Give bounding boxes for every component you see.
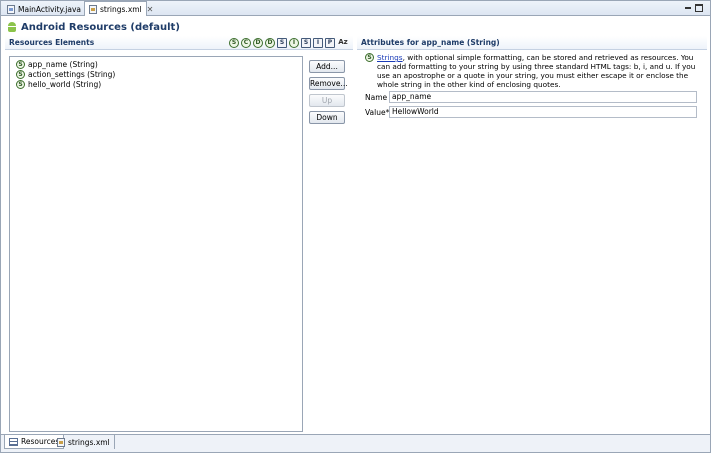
tree-item-app-name[interactable]: S app_name (String) — [16, 59, 98, 69]
value-label: Value* — [365, 108, 390, 117]
description-body: , with optional simple formatting, can b… — [377, 53, 696, 89]
string-type-button[interactable]: S — [229, 38, 239, 48]
drawable-type-button[interactable]: D — [265, 38, 275, 48]
string-resource-icon: S — [16, 59, 25, 69]
tree-item-hello-world[interactable]: S hello_world (String) — [16, 79, 101, 89]
xml-file-icon — [57, 437, 65, 447]
name-label: Name — [365, 93, 388, 102]
description-text: Strings, with optional simple formatting… — [377, 53, 699, 89]
section-title: Resources Elements — [9, 38, 95, 47]
tree-item-label: action_settings (String) — [28, 69, 116, 79]
color-type-button[interactable]: C — [241, 38, 251, 48]
minimize-icon[interactable] — [684, 4, 692, 12]
tab-label: MainActivity.java — [18, 4, 81, 14]
tab-mainactivity[interactable]: MainActivity.java — [3, 2, 81, 16]
java-file-icon — [7, 4, 15, 14]
editor-tab-bar: MainActivity.java strings.xml ✕ — [1, 1, 710, 16]
section-header: Attributes for app_name (String) — [357, 36, 707, 50]
string-resource-icon: S — [16, 79, 25, 89]
tab-strings-xml[interactable]: strings.xml ✕ — [84, 1, 153, 16]
style-type-button[interactable]: S — [277, 38, 287, 48]
resources-tree[interactable]: S app_name (String) S action_settings (S… — [9, 56, 303, 432]
tree-item-label: hello_world (String) — [28, 79, 102, 89]
string-resource-icon: S — [365, 53, 374, 62]
value-field[interactable]: HellowWorld — [389, 106, 697, 118]
xml-file-icon — [89, 4, 97, 14]
tree-item-label: app_name (String) — [28, 59, 98, 69]
remove-button[interactable]: Remove... — [309, 77, 348, 90]
page-header: Android Resources (default) — [7, 19, 180, 35]
editor-window: MainActivity.java strings.xml ✕ Android … — [0, 0, 711, 453]
tab-strings-xml-source[interactable]: strings.xml — [53, 435, 115, 449]
tree-item-action-settings[interactable]: S action_settings (String) — [16, 69, 115, 79]
down-button[interactable]: Down — [309, 111, 345, 124]
up-button[interactable]: Up — [309, 94, 345, 107]
attributes-section: Attributes for app_name (String) S Strin… — [357, 36, 707, 434]
android-icon — [7, 21, 17, 33]
section-header: Resources Elements S C D D S I S I P Az — [5, 36, 353, 50]
resource-type-toolbar: S C D D S I S I P Az — [229, 38, 349, 48]
tab-label: strings.xml — [100, 4, 142, 14]
item-type-button[interactable]: I — [289, 38, 299, 48]
add-button[interactable]: Add... — [309, 60, 345, 73]
strings-doc-link[interactable]: Strings — [377, 53, 403, 62]
sort-alpha-icon[interactable]: Az — [337, 38, 349, 48]
tab-label: strings.xml — [68, 437, 110, 447]
string-resource-icon: S — [16, 69, 25, 79]
name-field[interactable]: app_name — [389, 91, 697, 103]
close-icon[interactable]: ✕ — [147, 5, 154, 14]
integer-array-type-button[interactable]: I — [313, 38, 323, 48]
grid-icon — [9, 437, 18, 446]
editor-page-tabs: Resources strings.xml — [1, 434, 710, 452]
plurals-type-button[interactable]: P — [325, 38, 335, 48]
page-title: Android Resources (default) — [21, 21, 180, 33]
dimension-type-button[interactable]: D — [253, 38, 263, 48]
maximize-icon[interactable] — [695, 4, 703, 12]
section-title: Attributes for app_name (String) — [361, 38, 500, 47]
resources-elements-section: Resources Elements S C D D S I S I P Az … — [5, 36, 353, 434]
string-array-type-button[interactable]: S — [301, 38, 311, 48]
